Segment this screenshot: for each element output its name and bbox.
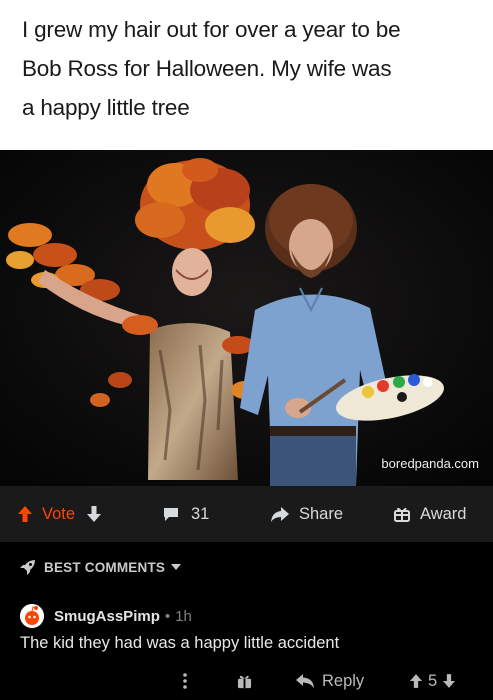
comment-header: SmugAssPimp • 1h bbox=[20, 604, 192, 628]
sort-label: BEST COMMENTS bbox=[44, 559, 166, 575]
gift-icon bbox=[394, 507, 410, 522]
comment: SmugAssPimp • 1h The kid they had was a … bbox=[0, 592, 493, 700]
post-action-bar: Vote 31 Share Award bbox=[0, 486, 493, 542]
vote-control: Vote bbox=[18, 486, 102, 542]
upvote-arrow-icon[interactable] bbox=[18, 506, 32, 522]
comment-vote-control: 5 bbox=[410, 662, 456, 700]
share-arrow-icon bbox=[271, 506, 289, 522]
avatar[interactable] bbox=[20, 604, 44, 628]
kebab-menu-icon bbox=[183, 673, 187, 689]
share-label: Share bbox=[299, 504, 344, 523]
chevron-down-icon bbox=[171, 564, 182, 570]
caption-line-1: I grew my hair out for over a year to be bbox=[22, 17, 401, 42]
snoo-avatar-icon bbox=[20, 604, 44, 628]
gift-icon bbox=[237, 675, 252, 688]
comment-award-button[interactable] bbox=[237, 662, 252, 700]
comment-count: 31 bbox=[191, 504, 210, 523]
comment-score: 5 bbox=[428, 671, 438, 690]
comment-bubble-icon bbox=[164, 507, 178, 521]
upvote-arrow-icon[interactable] bbox=[410, 674, 422, 688]
comment-actions: Reply 5 bbox=[0, 662, 493, 700]
post-caption: I grew my hair out for over a year to be… bbox=[0, 0, 493, 150]
comment-body: The kid they had was a happy little acci… bbox=[20, 634, 340, 652]
post-image[interactable]: boredpanda.com bbox=[0, 150, 493, 486]
rocket-icon bbox=[20, 560, 35, 575]
more-options-button[interactable] bbox=[183, 662, 187, 700]
separator: • bbox=[164, 607, 171, 625]
reply-label: Reply bbox=[322, 671, 365, 690]
comment-author[interactable]: SmugAssPimp bbox=[54, 608, 160, 625]
watermark-text: boredpanda.com bbox=[381, 456, 479, 471]
caption-line-3: a happy little tree bbox=[22, 95, 190, 120]
comment-sort-selector[interactable]: BEST COMMENTS bbox=[0, 542, 493, 592]
comments-button[interactable]: 31 bbox=[163, 486, 209, 542]
downvote-arrow-icon[interactable] bbox=[87, 506, 102, 522]
reply-arrow-icon bbox=[296, 674, 314, 688]
downvote-arrow-icon[interactable] bbox=[443, 674, 456, 688]
comment-age: 1h bbox=[175, 607, 192, 625]
award-label: Award bbox=[420, 504, 467, 523]
share-button[interactable]: Share bbox=[271, 486, 343, 542]
vote-label: Vote bbox=[42, 504, 76, 523]
costume-photo-illustration bbox=[0, 150, 493, 486]
caption-line-2: Bob Ross for Halloween. My wife was bbox=[22, 56, 392, 81]
reply-button[interactable]: Reply bbox=[296, 662, 364, 700]
award-button[interactable]: Award bbox=[394, 486, 466, 542]
